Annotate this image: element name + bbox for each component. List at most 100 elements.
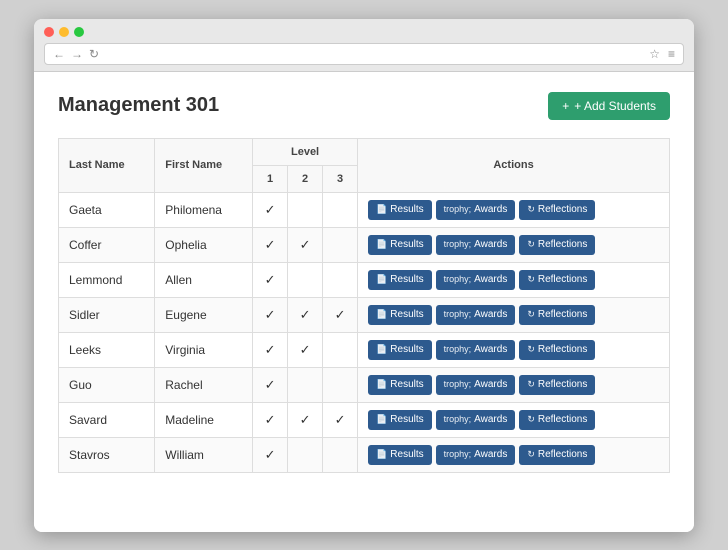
cell-last-name: Gaeta (59, 192, 155, 227)
cell-level-1: ✓ (253, 437, 288, 472)
results-button[interactable]: 📄 Results (368, 445, 432, 465)
awards-icon: trophy; (444, 239, 472, 251)
results-button[interactable]: 📄 Results (368, 340, 432, 360)
reflections-button[interactable]: ↻ Reflections (519, 270, 595, 290)
forward-icon[interactable]: → (71, 47, 83, 61)
results-button[interactable]: 📄 Results (368, 270, 432, 290)
results-icon: 📄 (376, 239, 387, 250)
awards-button[interactable]: trophy; Awards (436, 200, 516, 220)
cell-level-2: ✓ (288, 227, 323, 262)
reflections-icon: ↻ (527, 344, 535, 355)
th-last-name: Last Name (59, 138, 155, 192)
cell-level-1: ✓ (253, 402, 288, 437)
action-buttons: 📄 Results trophy; Awards ↻ Reflections (368, 305, 659, 325)
check-icon: ✓ (265, 202, 276, 217)
cell-level-3 (323, 437, 358, 472)
cell-actions: 📄 Results trophy; Awards ↻ Reflections (358, 192, 670, 227)
th-actions: Actions (358, 138, 670, 192)
star-icon[interactable]: ☆ (649, 47, 660, 61)
awards-button[interactable]: trophy; Awards (436, 235, 516, 255)
browser-actions: ☆ ≡ (649, 47, 675, 61)
close-button[interactable] (44, 27, 54, 37)
reflections-label: Reflections (538, 309, 587, 320)
reflections-button[interactable]: ↻ Reflections (519, 235, 595, 255)
refresh-icon[interactable]: ↻ (89, 47, 99, 61)
reflections-icon: ↻ (527, 379, 535, 390)
reflections-button[interactable]: ↻ Reflections (519, 340, 595, 360)
cell-first-name: Rachel (155, 367, 253, 402)
action-buttons: 📄 Results trophy; Awards ↻ Reflections (368, 375, 659, 395)
check-icon: ✓ (335, 412, 346, 427)
results-icon: 📄 (376, 274, 387, 285)
results-label: Results (390, 239, 423, 250)
cell-first-name: William (155, 437, 253, 472)
awards-button[interactable]: trophy; Awards (436, 270, 516, 290)
table-row: StavrosWilliam ✓ 📄 Results trophy; Award… (59, 437, 670, 472)
address-input[interactable] (107, 48, 641, 60)
results-button[interactable]: 📄 Results (368, 235, 432, 255)
results-button[interactable]: 📄 Results (368, 410, 432, 430)
reflections-button[interactable]: ↻ Reflections (519, 410, 595, 430)
action-buttons: 📄 Results trophy; Awards ↻ Reflections (368, 340, 659, 360)
cell-first-name: Madeline (155, 402, 253, 437)
awards-button[interactable]: trophy; Awards (436, 305, 516, 325)
nav-icons: ← → ↻ (53, 47, 99, 61)
results-label: Results (390, 204, 423, 215)
table-row: SidlerEugene✓✓✓ 📄 Results trophy; Award… (59, 297, 670, 332)
maximize-button[interactable] (74, 27, 84, 37)
awards-icon: trophy; (444, 274, 472, 286)
results-label: Results (390, 449, 423, 460)
cell-level-2: ✓ (288, 402, 323, 437)
action-buttons: 📄 Results trophy; Awards ↻ Reflections (368, 235, 659, 255)
add-students-button[interactable]: + + Add Students (548, 92, 670, 120)
browser-content: Management 301 + + Add Students Last Nam… (34, 72, 694, 532)
cell-level-1: ✓ (253, 192, 288, 227)
add-icon: + (562, 99, 569, 113)
check-icon: ✓ (265, 307, 276, 322)
awards-button[interactable]: trophy; Awards (436, 340, 516, 360)
cell-last-name: Guo (59, 367, 155, 402)
cell-level-2 (288, 367, 323, 402)
cell-level-1: ✓ (253, 367, 288, 402)
results-label: Results (390, 274, 423, 285)
reflections-button[interactable]: ↻ Reflections (519, 200, 595, 220)
back-icon[interactable]: ← (53, 47, 65, 61)
cell-last-name: Coffer (59, 227, 155, 262)
reflections-icon: ↻ (527, 414, 535, 425)
cell-level-1: ✓ (253, 227, 288, 262)
cell-last-name: Stavros (59, 437, 155, 472)
awards-label: Awards (474, 204, 507, 215)
th-first-name: First Name (155, 138, 253, 192)
results-icon: 📄 (376, 414, 387, 425)
minimize-button[interactable] (59, 27, 69, 37)
table-row: SavardMadeline✓✓✓ 📄 Results trophy; Awa… (59, 402, 670, 437)
awards-button[interactable]: trophy; Awards (436, 410, 516, 430)
cell-actions: 📄 Results trophy; Awards ↻ Reflections (358, 297, 670, 332)
reflections-button[interactable]: ↻ Reflections (519, 445, 595, 465)
awards-button[interactable]: trophy; Awards (436, 445, 516, 465)
check-icon: ✓ (265, 447, 276, 462)
th-level-1: 1 (253, 165, 288, 192)
results-icon: 📄 (376, 344, 387, 355)
cell-level-3: ✓ (323, 402, 358, 437)
awards-icon: trophy; (444, 379, 472, 391)
cell-last-name: Sidler (59, 297, 155, 332)
awards-label: Awards (474, 379, 507, 390)
results-button[interactable]: 📄 Results (368, 305, 432, 325)
menu-icon[interactable]: ≡ (668, 47, 675, 61)
check-icon: ✓ (265, 412, 276, 427)
reflections-button[interactable]: ↻ Reflections (519, 305, 595, 325)
results-icon: 📄 (376, 309, 387, 320)
cell-level-1: ✓ (253, 262, 288, 297)
cell-level-3 (323, 192, 358, 227)
table-row: GaetaPhilomena✓ 📄 Results trophy; Award… (59, 192, 670, 227)
awards-button[interactable]: trophy; Awards (436, 375, 516, 395)
results-button[interactable]: 📄 Results (368, 200, 432, 220)
cell-level-3: ✓ (323, 297, 358, 332)
results-button[interactable]: 📄 Results (368, 375, 432, 395)
th-level-2: 2 (288, 165, 323, 192)
cell-first-name: Virginia (155, 332, 253, 367)
browser-chrome: ← → ↻ ☆ ≡ (34, 19, 694, 72)
cell-level-2: ✓ (288, 332, 323, 367)
reflections-button[interactable]: ↻ Reflections (519, 375, 595, 395)
